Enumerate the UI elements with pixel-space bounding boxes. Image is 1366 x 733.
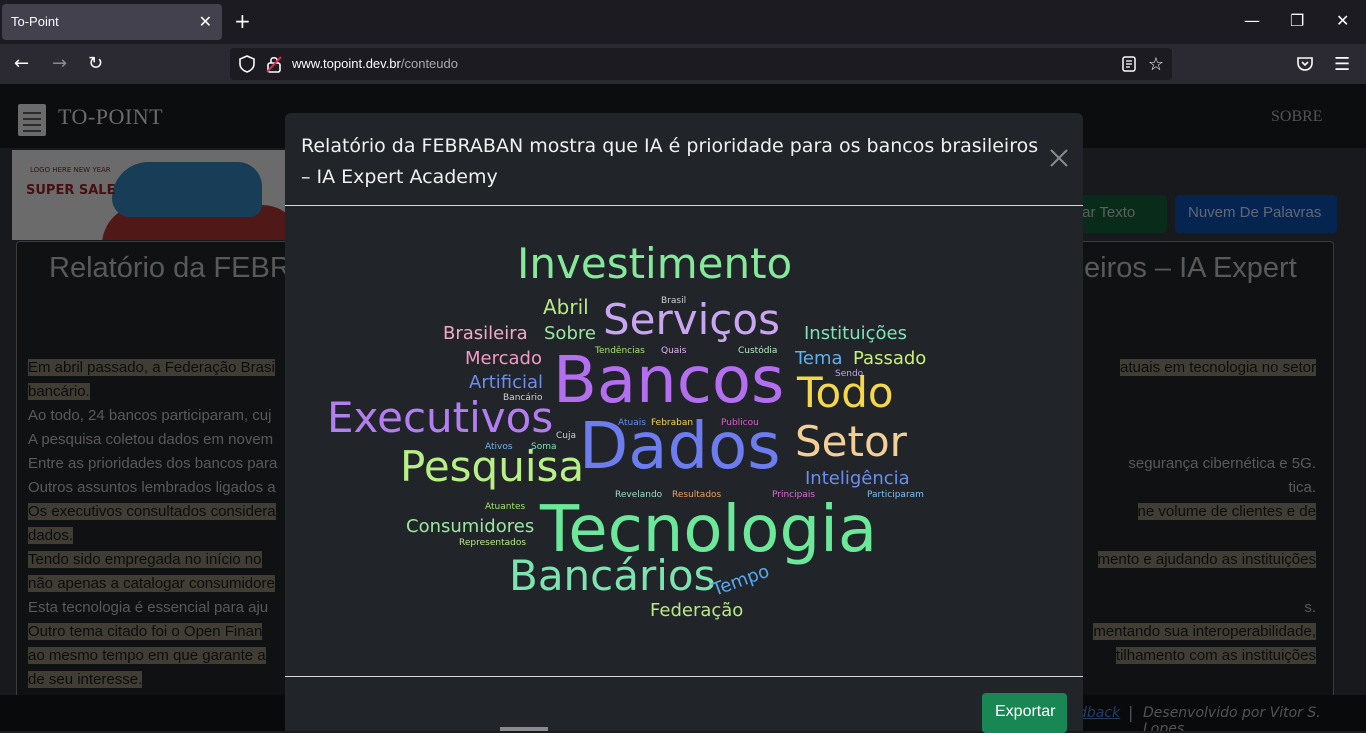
cloud-word: Bancários bbox=[509, 551, 716, 600]
insecure-lock-icon[interactable] bbox=[266, 55, 282, 73]
reader-view-icon[interactable] bbox=[1122, 56, 1136, 72]
modal-title: Relatório da FEBRABAN mostra que IA é pr… bbox=[301, 135, 1039, 188]
cloud-word: Executivos bbox=[327, 393, 553, 442]
modal-export-button[interactable]: Exportar bbox=[982, 693, 1067, 733]
cloud-word: Instituições bbox=[804, 323, 907, 344]
back-icon[interactable]: ← bbox=[14, 53, 29, 75]
word-cloud: InvestimentoAbril BrasilBrasileira Sobre Se… bbox=[327, 239, 926, 621]
cloud-word: Dados bbox=[579, 410, 781, 484]
tab-close-icon[interactable]: ✕ bbox=[199, 12, 212, 31]
cloud-word: Passado bbox=[853, 348, 926, 369]
cloud-word: Abril bbox=[543, 295, 589, 319]
new-tab-icon[interactable]: + bbox=[234, 9, 251, 33]
browser-tab[interactable]: To-Point ✕ bbox=[2, 4, 222, 40]
browser-nav-bar: ← → ↻ www.topoint.dev.br/conteudo ☆ ☰ bbox=[0, 44, 1366, 84]
cloud-word: Investimento bbox=[517, 239, 792, 288]
cloud-word: Inteligência bbox=[805, 468, 910, 489]
window-close-icon[interactable]: ✕ bbox=[1336, 12, 1349, 30]
cloud-word: Bancos bbox=[553, 344, 784, 418]
cloud-word: Setor bbox=[795, 417, 908, 466]
cloud-word: Representados bbox=[459, 538, 526, 548]
word-cloud-modal: Relatório da FEBRABAN mostra que IA é pr… bbox=[285, 113, 1083, 733]
cloud-word: Tema bbox=[794, 348, 843, 369]
tab-title: To-Point bbox=[11, 14, 59, 29]
shield-icon[interactable] bbox=[238, 55, 256, 73]
cloud-word: Atuantes bbox=[485, 502, 526, 512]
cloud-word: Cuja bbox=[556, 431, 576, 441]
hamburger-menu-icon[interactable]: ☰ bbox=[1334, 54, 1350, 75]
cloud-word: Pesquisa bbox=[400, 442, 584, 491]
cloud-word: Brasileira bbox=[443, 323, 528, 344]
restore-icon[interactable]: ❐ bbox=[1290, 12, 1304, 30]
modal-footer-divider bbox=[285, 676, 1083, 677]
cloud-word: Todo bbox=[796, 368, 894, 417]
minimize-icon[interactable]: — bbox=[1244, 12, 1260, 30]
reload-icon[interactable]: ↻ bbox=[88, 53, 103, 75]
scrollbar-thumb[interactable] bbox=[500, 727, 548, 731]
cloud-word: Artificial bbox=[469, 372, 543, 393]
pocket-icon[interactable] bbox=[1296, 55, 1314, 73]
cloud-word: Federação bbox=[650, 600, 743, 621]
cloud-word: Sobre bbox=[544, 323, 596, 344]
forward-icon[interactable]: → bbox=[52, 53, 67, 75]
cloud-word: Serviços bbox=[603, 295, 780, 344]
url-text[interactable]: www.topoint.dev.br/conteudo bbox=[292, 56, 458, 71]
url-bar[interactable]: www.topoint.dev.br/conteudo ☆ bbox=[230, 48, 1172, 80]
cloud-word: Mercado bbox=[465, 348, 542, 369]
browser-tab-bar: To-Point ✕ + — ❐ ✕ bbox=[0, 0, 1366, 44]
bookmark-star-icon[interactable]: ☆ bbox=[1148, 54, 1164, 75]
modal-close-icon[interactable] bbox=[1048, 147, 1070, 169]
cloud-word: Consumidores bbox=[406, 516, 534, 537]
